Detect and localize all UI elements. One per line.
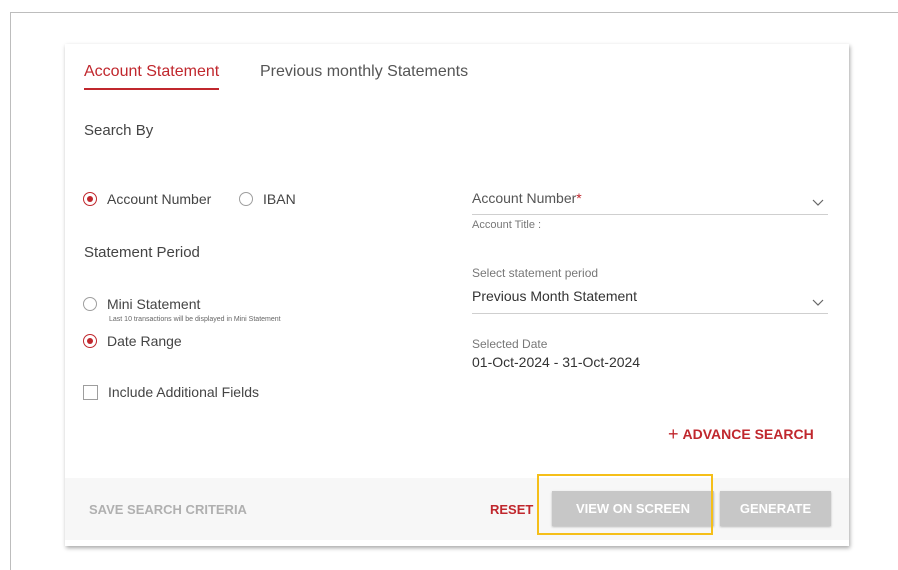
radio-date-range-indicator[interactable] (83, 334, 97, 348)
radio-mini-statement[interactable]: Mini Statement (83, 296, 200, 312)
selected-date-label: Selected Date (472, 337, 548, 351)
radio-iban[interactable]: IBAN (239, 191, 296, 207)
mini-statement-hint: Last 10 transactions will be displayed i… (109, 316, 281, 323)
required-asterisk: * (576, 190, 582, 206)
include-additional-fields-checkbox[interactable] (83, 384, 98, 400)
selected-date-value: 01-Oct-2024 - 31-Oct-2024 (472, 354, 641, 370)
advance-search-link[interactable]: + ADVANCE SEARCH (668, 424, 814, 444)
radio-iban-label: IBAN (263, 191, 296, 207)
reset-button[interactable]: RESET (490, 502, 533, 517)
radio-account-number-label: Account Number (107, 191, 212, 207)
radio-date-range[interactable]: Date Range (83, 333, 182, 349)
radio-mini-statement-indicator[interactable] (83, 297, 97, 311)
radio-date-range-label: Date Range (107, 333, 182, 349)
radio-mini-statement-label: Mini Statement (107, 296, 201, 312)
statement-period-field-label: Select statement period (472, 266, 599, 280)
statement-period-value: Previous Month Statement (472, 288, 637, 304)
tab-previous-monthly-statements[interactable]: Previous monthly Statements (260, 63, 468, 81)
account-number-dropdown[interactable]: Account Number* Account Title : (472, 190, 828, 234)
selected-date: Selected Date 01-Oct-2024 - 31-Oct-2024 (472, 337, 828, 377)
statement-period-underline (472, 313, 828, 314)
advance-search-label: ADVANCE SEARCH (682, 426, 814, 442)
account-title-label: Account Title : (472, 219, 542, 231)
statement-period-heading: Statement Period (84, 244, 200, 261)
statement-card: Account Statement Previous monthly State… (65, 44, 849, 546)
account-number-label: Account Number* (472, 190, 582, 206)
search-by-heading: Search By (84, 122, 154, 139)
chevron-down-icon[interactable] (812, 194, 824, 212)
statement-period-dropdown[interactable]: Select statement period Previous Month S… (472, 266, 828, 316)
save-search-criteria-button[interactable]: SAVE SEARCH CRITERIA (89, 502, 247, 517)
radio-account-number[interactable]: Account Number (83, 191, 211, 207)
include-additional-fields-label: Include Additional Fields (108, 384, 259, 400)
radio-iban-indicator[interactable] (239, 192, 253, 206)
account-number-underline (472, 214, 828, 215)
chevron-down-icon[interactable] (812, 294, 824, 312)
radio-account-number-indicator[interactable] (83, 192, 97, 206)
plus-icon: + (668, 424, 679, 444)
include-additional-fields[interactable]: Include Additional Fields (83, 384, 259, 400)
view-on-screen-button[interactable]: VIEW ON SCREEN (552, 491, 714, 526)
generate-button[interactable]: GENERATE (720, 491, 831, 526)
action-footer: SAVE SEARCH CRITERIA RESET VIEW ON SCREE… (65, 478, 849, 540)
tab-account-statement[interactable]: Account Statement (84, 63, 220, 90)
